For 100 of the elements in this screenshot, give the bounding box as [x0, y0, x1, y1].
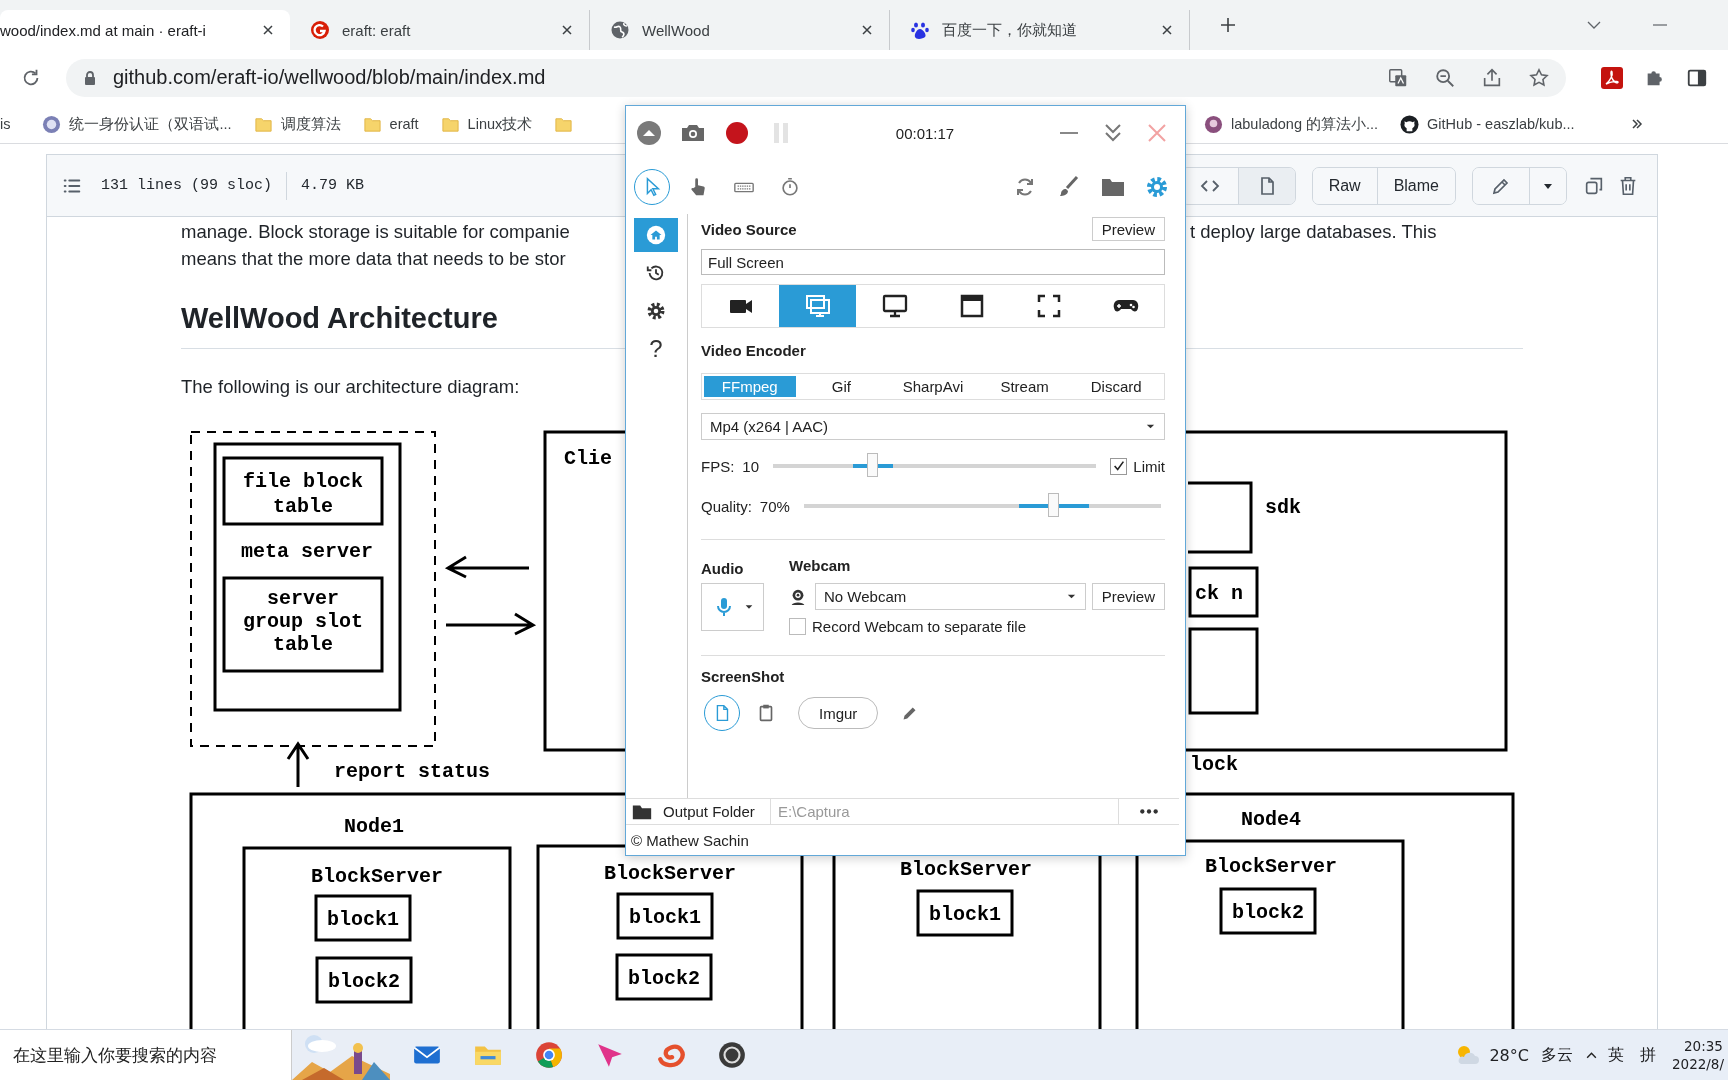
- browser-tab[interactable]: eraft: eraft: [290, 10, 590, 50]
- checkbox-label: Record Webcam to separate file: [812, 618, 1026, 635]
- paragraph-text: t deploy large databases. This: [1190, 220, 1438, 244]
- diagram-label: ck n: [1195, 582, 1243, 605]
- output-folder-button[interactable]: Output Folder: [626, 799, 771, 824]
- bookmark-link[interactable]: labuladong 的算法小...: [1231, 114, 1379, 134]
- browser-tab[interactable]: wood/index.md at main · eraft-i: [0, 10, 290, 50]
- clock-date[interactable]: 2022/8/: [1671, 1055, 1724, 1073]
- close-icon[interactable]: [561, 24, 573, 36]
- fps-value: 10: [742, 457, 760, 475]
- slider-thumb[interactable]: [1047, 493, 1059, 517]
- browser-tab[interactable]: WellWood: [590, 10, 890, 50]
- bookmark-link[interactable]: eraft: [389, 116, 419, 132]
- close-icon[interactable]: [262, 24, 274, 36]
- translate-icon[interactable]: [1387, 66, 1409, 89]
- globe-icon: [610, 20, 630, 40]
- logo-icon: [310, 20, 330, 40]
- diagram-label: BlockServer: [900, 858, 1032, 881]
- encoder-tab[interactable]: Discard: [1070, 376, 1162, 397]
- webcam-icon: [789, 587, 807, 606]
- preview-button[interactable]: Preview: [1091, 217, 1165, 241]
- preview-button[interactable]: [1238, 167, 1295, 204]
- section-title: Audio: [701, 560, 745, 577]
- diagram-label: block1: [327, 908, 399, 931]
- block-box: [1188, 566, 1259, 618]
- site-icon[interactable]: [42, 114, 62, 134]
- section-title: Webcam: [789, 557, 852, 574]
- temperature: 28°C: [1489, 1045, 1529, 1065]
- record-icon[interactable]: [723, 119, 751, 147]
- diagram-label: group slot: [243, 610, 363, 633]
- close-icon[interactable]: [861, 24, 873, 36]
- diagram-label: BlockServer: [311, 865, 443, 888]
- diagram-label: sdk: [1265, 496, 1301, 519]
- diagram-label: block2: [628, 967, 700, 990]
- search-field[interactable]: 在这里输入你要搜索的内容: [0, 1030, 292, 1080]
- bookmark-link[interactable]: is: [0, 116, 11, 132]
- encoder-tab[interactable]: Gif: [795, 376, 888, 397]
- diagram-label: meta server: [241, 540, 373, 563]
- bookmark-link[interactable]: 统一身份认证（双语试...: [69, 114, 232, 134]
- slider-thumb[interactable]: [867, 453, 879, 477]
- input-method-indicator[interactable]: 英: [1607, 1044, 1624, 1066]
- format-dropdown[interactable]: Mp4 (x264 | AAC): [701, 413, 1165, 440]
- diagram-label: file block: [243, 470, 363, 493]
- diagram-label: Node1: [344, 815, 404, 838]
- circle-app-icon[interactable]: [716, 1040, 747, 1070]
- microphone-button[interactable]: [701, 583, 764, 631]
- diagram-label: table: [273, 495, 333, 518]
- site-icon[interactable]: [1204, 114, 1223, 134]
- diagram-label: BlockServer: [604, 862, 736, 885]
- monitor-icon: [880, 292, 909, 320]
- address-field[interactable]: github.com/eraft-io/wellwood/blob/main/index.md: [66, 58, 1566, 97]
- webcam-dropdown[interactable]: No Webcam: [815, 583, 1086, 610]
- chevrons-right-icon[interactable]: [1630, 118, 1643, 130]
- star-icon[interactable]: [1528, 66, 1550, 89]
- paragraph-text: The following is our architecture diagram:: [181, 375, 520, 399]
- clock-time[interactable]: 20:35: [1683, 1037, 1723, 1055]
- collapse-icon[interactable]: [635, 119, 663, 147]
- edit-button[interactable]: [1473, 167, 1530, 204]
- section-title: ScreenShot: [701, 668, 786, 685]
- bookmark-link[interactable]: Linux技术: [467, 114, 533, 134]
- section-title: Video Encoder: [701, 341, 807, 361]
- cat-logo-icon[interactable]: [1400, 114, 1420, 134]
- diagram-label: Clie: [564, 447, 612, 470]
- diagram-label: report status: [334, 760, 490, 783]
- checkbox[interactable]: [789, 618, 806, 635]
- diagram-label: Node4: [1241, 808, 1301, 831]
- diagram-label: lock: [1190, 753, 1238, 776]
- zoom-out-icon[interactable]: [1434, 66, 1456, 89]
- lock-icon[interactable]: [82, 69, 98, 86]
- new-tab-icon[interactable]: [1220, 17, 1236, 33]
- encoder-tab[interactable]: Stream: [978, 376, 1071, 397]
- elapsed-time: 00:01:17: [894, 124, 956, 142]
- preview-button[interactable]: Preview: [1091, 583, 1165, 610]
- pdf-icon[interactable]: [1600, 65, 1624, 90]
- help-nav-item[interactable]: ?: [634, 332, 678, 366]
- section-heading: WellWood Architecture: [181, 301, 498, 336]
- bookmark-link[interactable]: 调度算法: [280, 114, 341, 134]
- save-to-file-button[interactable]: [704, 695, 740, 731]
- bookmark-link[interactable]: GitHub - easzlab/kub...: [1427, 116, 1575, 132]
- browser-icon[interactable]: [533, 1040, 564, 1070]
- settings-icon: [645, 300, 667, 322]
- paragraph-text: means that the more data that needs to be stor: [181, 247, 566, 271]
- weather-text: 多云: [1540, 1044, 1573, 1066]
- diagram-label: table: [273, 633, 333, 656]
- imgur-button[interactable]: Imgur: [798, 697, 879, 729]
- fps-label: FPS:: [701, 457, 735, 475]
- arrow: [286, 741, 310, 789]
- diagram-label: block1: [929, 903, 1001, 926]
- diagram-label: block1: [629, 906, 701, 929]
- checkbox-label: Limit: [1133, 457, 1165, 475]
- encoder-tab[interactable]: SharpAvi: [887, 376, 979, 397]
- section-title: Video Source: [701, 220, 797, 238]
- input-method-indicator[interactable]: 拼: [1639, 1044, 1656, 1066]
- source-field[interactable]: Full Screen: [701, 249, 1165, 275]
- share-icon[interactable]: [1481, 66, 1503, 89]
- diagram-label: server: [267, 587, 339, 610]
- raw-button[interactable]: Raw: [1312, 167, 1378, 204]
- browser-tab[interactable]: 百度一下，你就知道: [890, 10, 1190, 50]
- close-icon[interactable]: [1161, 24, 1173, 36]
- checkbox[interactable]: [1110, 457, 1128, 475]
